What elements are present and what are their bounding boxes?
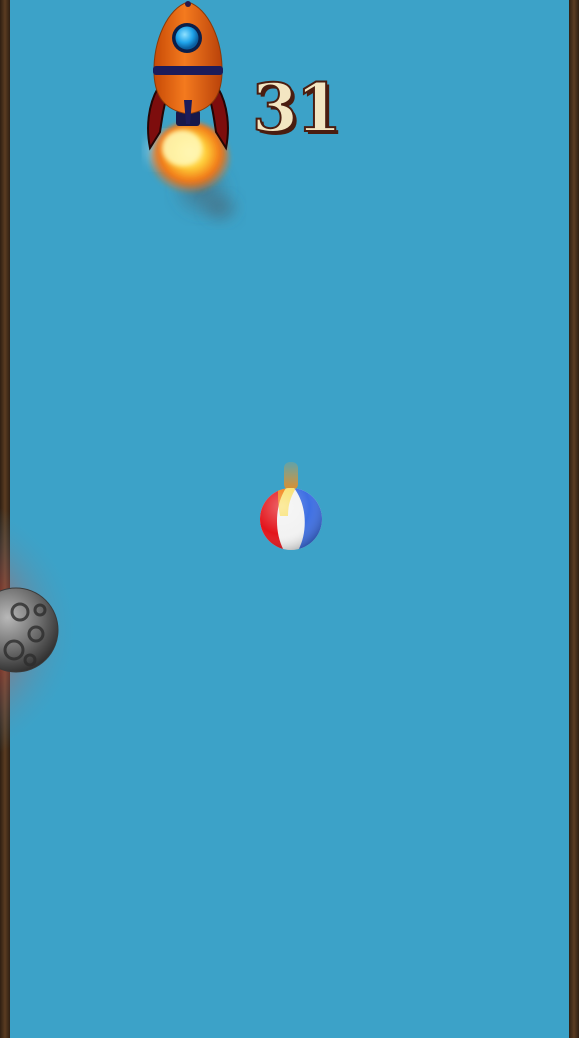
right-wall — [569, 0, 579, 1038]
asteroid-icon[interactable] — [0, 500, 180, 760]
rocket-icon[interactable] — [120, 0, 270, 240]
game-field[interactable]: 31 — [0, 0, 579, 1038]
ball-trail — [284, 462, 298, 490]
score-counter: 31 — [251, 69, 343, 147]
beach-ball-icon[interactable] — [250, 458, 332, 558]
